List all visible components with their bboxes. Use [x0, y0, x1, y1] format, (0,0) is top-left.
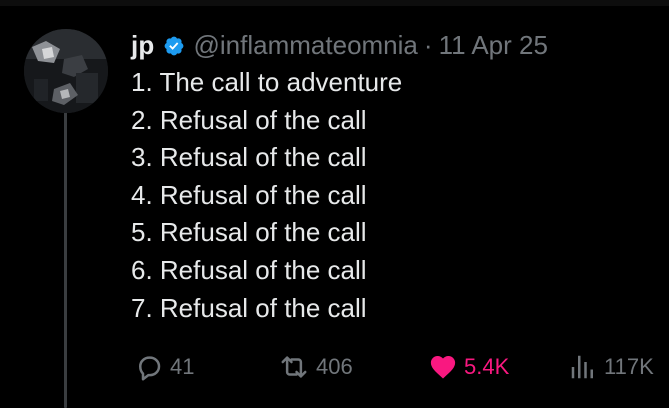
tweet-text-line: 1. The call to adventure — [131, 67, 403, 97]
tweet-date[interactable]: 11 Apr 25 — [439, 26, 548, 64]
tweet-action-bar: 41 406 5.4K 117K — [130, 352, 660, 382]
retweet-count: 406 — [316, 354, 353, 379]
tweet-text-line: 5. Refusal of the call — [131, 217, 367, 248]
like-button[interactable]: 5.4K — [428, 352, 509, 382]
display-name[interactable]: jp — [131, 26, 155, 64]
tweet-text: 1. The call to adventure 2. Refusal of t… — [131, 64, 402, 327]
tweet-text-line: 6. Refusal of the call — [131, 254, 367, 285]
user-handle[interactable]: @inflammateomnia — [194, 26, 418, 64]
views-icon — [571, 355, 593, 379]
thread-connector-line — [64, 112, 67, 408]
avatar[interactable] — [24, 29, 108, 113]
tweet-text-line: 3. Refusal of the call — [131, 142, 367, 173]
like-count: 5.4K — [464, 354, 510, 379]
verified-badge-icon — [163, 35, 185, 57]
retweet-icon — [281, 356, 307, 378]
tweet-text-line: 2. Refusal of the call — [131, 104, 367, 135]
reply-count: 41 — [170, 354, 195, 379]
tweet-text-line: 4. Refusal of the call — [131, 179, 367, 210]
avatar-image — [24, 29, 108, 113]
views-button[interactable]: 117K — [568, 352, 654, 382]
top-divider — [0, 0, 669, 6]
retweet-button[interactable]: 406 — [278, 352, 353, 382]
heart-icon — [430, 356, 456, 379]
header-separator: · — [423, 30, 433, 60]
views-count: 117K — [604, 354, 654, 379]
tweet-header: jp @inflammateomnia · 11 Apr 25 — [131, 26, 548, 64]
tweet-text-line: 7. Refusal of the call — [131, 292, 367, 323]
reply-button[interactable]: 41 — [134, 352, 194, 382]
reply-icon — [139, 356, 161, 381]
